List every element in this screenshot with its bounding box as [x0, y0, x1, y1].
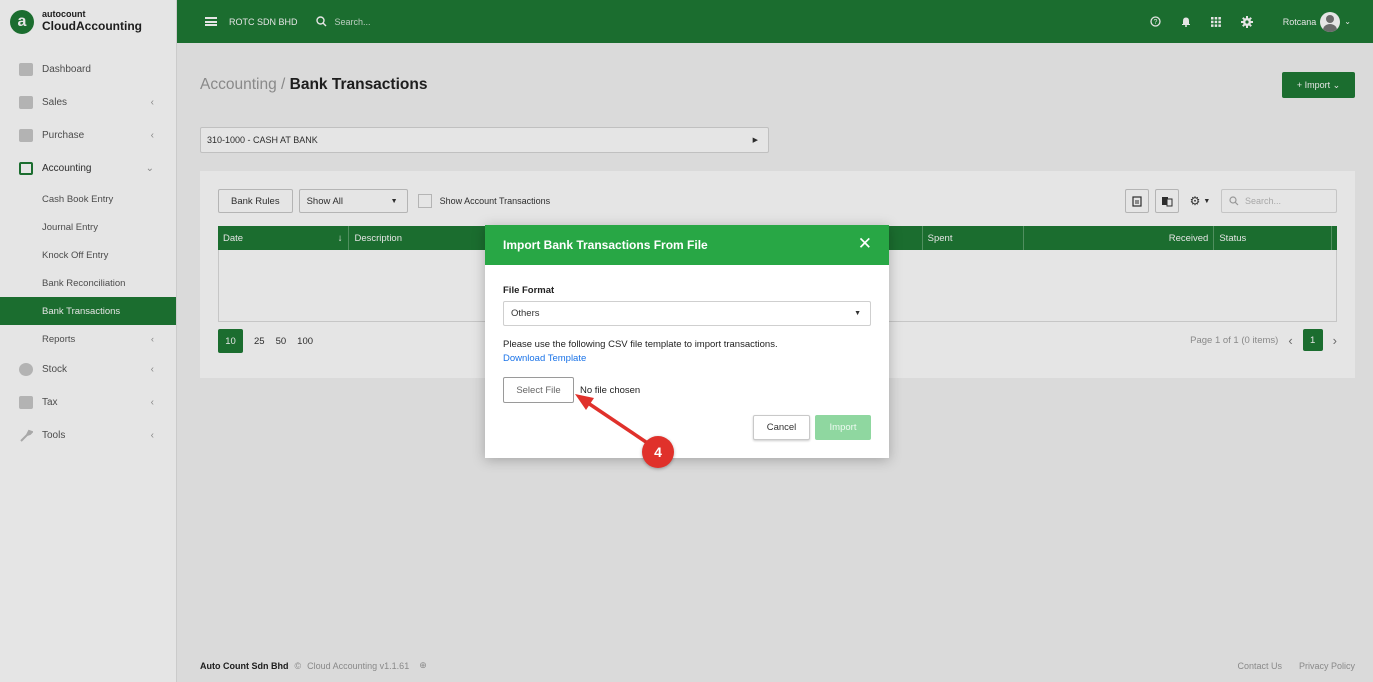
annotation-arrow — [575, 394, 647, 444]
step-number-badge: 4 — [642, 436, 674, 468]
